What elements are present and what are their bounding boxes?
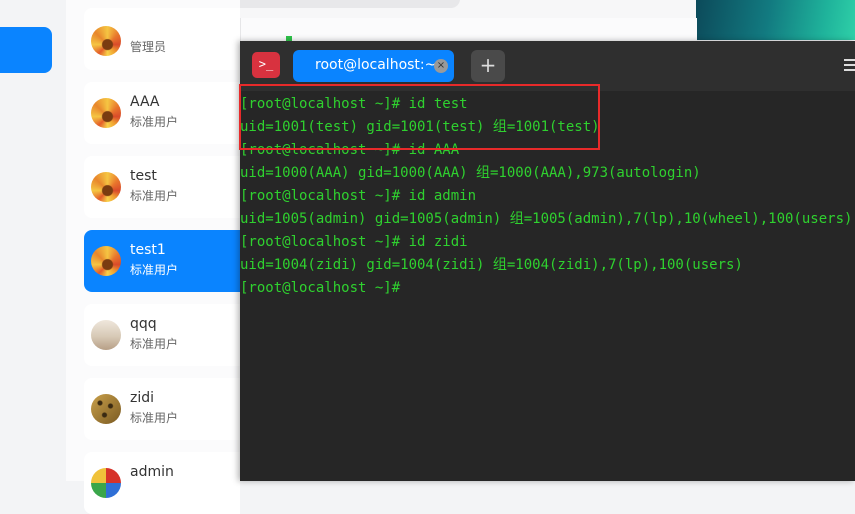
user-name: AAA: [130, 94, 160, 110]
user-name: zidi: [130, 390, 155, 406]
user-role: 标准用户: [130, 189, 179, 203]
desktop-wallpaper: [696, 0, 855, 40]
terminal-prompt: [root@localhost ~]#: [240, 280, 401, 296]
terminal-line: uid=1000(AAA) gid=1000(AAA) 组=1000(AAA),…: [240, 165, 701, 181]
flower-avatar: [91, 172, 121, 202]
user-card-admin[interactable]: admin: [84, 452, 240, 514]
user-card-test[interactable]: test 标准用户: [84, 156, 240, 218]
room-avatar: [91, 320, 121, 350]
terminal-icon: >_: [252, 52, 280, 78]
user-card-zidi[interactable]: zidi 标准用户: [84, 378, 240, 440]
user-card-qqq[interactable]: qqq 标准用户: [84, 304, 240, 366]
user-role: 标准用户: [130, 263, 179, 277]
highlight-box: [239, 84, 600, 150]
user-card-AAA[interactable]: AAA 标准用户: [84, 82, 240, 144]
user-name: qqq: [130, 316, 157, 332]
leopard-avatar: [91, 394, 121, 424]
flower-avatar: [91, 98, 121, 128]
user-card-admin-group[interactable]: 管理员: [84, 8, 240, 70]
add-tab-button[interactable]: +: [471, 50, 505, 82]
terminal-line: [root@localhost ~]# id admin: [240, 188, 477, 204]
user-role: 标准用户: [130, 411, 179, 425]
flower-avatar: [91, 246, 121, 276]
flower-avatar: [91, 26, 121, 56]
close-icon[interactable]: ×: [434, 59, 448, 73]
menu-icon[interactable]: [844, 59, 855, 73]
terminal-line: uid=1004(zidi) gid=1004(zidi) 组=1004(zid…: [240, 257, 743, 273]
terminal-line: [root@localhost ~]# id zidi: [240, 234, 468, 250]
user-role: 标准用户: [130, 115, 179, 129]
terminal-line: uid=1005(admin) gid=1005(admin) 组=1005(a…: [240, 211, 853, 227]
user-name: admin: [130, 464, 174, 480]
nav-item-accounts[interactable]: [0, 27, 52, 73]
user-name: test1: [130, 242, 166, 258]
account-detail-panel: [240, 18, 697, 42]
user-card-test1[interactable]: test1 标准用户: [84, 230, 240, 292]
tab-root-localhost[interactable]: root@localhost:~ ×: [293, 50, 454, 82]
user-role: 标准用户: [130, 337, 179, 351]
bird-avatar: [91, 468, 121, 498]
user-role: 管理员: [130, 40, 167, 54]
tab-title: root@localhost:~: [315, 57, 437, 73]
user-name: test: [130, 168, 157, 184]
